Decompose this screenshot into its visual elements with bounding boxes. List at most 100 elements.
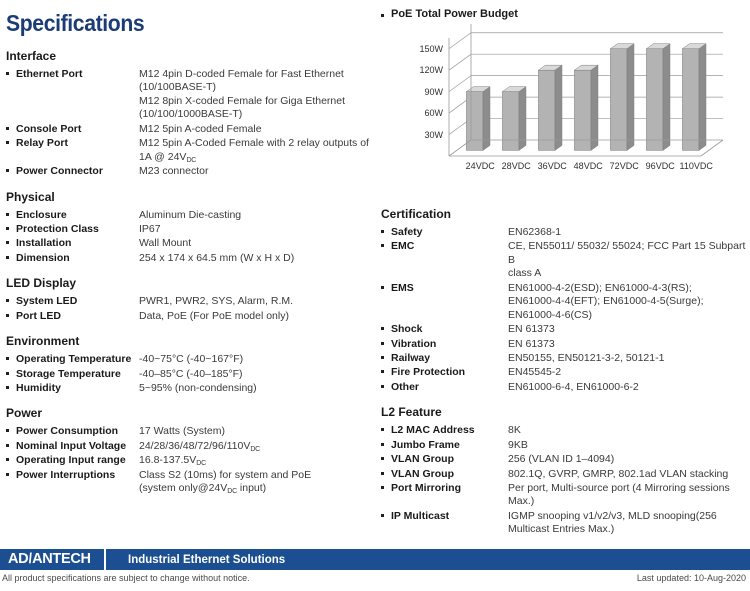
spec-row: Nominal Input Voltage 24/28/36/48/72/96/1… — [6, 439, 374, 453]
spec-label: Port Mirroring — [391, 482, 461, 494]
spec-label: Console Port — [16, 122, 82, 135]
bullet-icon — [6, 251, 16, 259]
footer-last-updated: Last updated: 10-Aug-2020 — [636, 573, 746, 583]
bullet-icon — [381, 225, 391, 233]
chart-x-label: 28VDC — [501, 161, 531, 171]
left-column: Specifications Interface Ethernet Port M12… — [6, 8, 374, 496]
spec-value: EN 61373 — [508, 323, 555, 336]
bullet-icon — [6, 439, 16, 447]
subscript: DC — [227, 488, 237, 496]
spec-value: 9KB — [508, 438, 528, 451]
spec-row: Power Consumption 17 Watts (System) — [6, 424, 374, 438]
bullet-icon — [381, 281, 391, 289]
spec-value: 24/28/36/48/72/96/110VDC — [139, 439, 261, 453]
bullet-icon — [6, 67, 16, 75]
spec-label: Power Connector — [16, 165, 103, 178]
bullet-icon — [6, 294, 16, 303]
spec-row: Operating Input range 16.8-137.5VDC — [6, 453, 374, 467]
spec-label: Jumbo Frame — [391, 438, 460, 451]
spec-row: Port LED Data, PoE (For PoE model only) — [6, 309, 374, 323]
spec-label: System LED — [16, 295, 78, 308]
footer-disclaimer: All product specifications are subject t… — [2, 573, 250, 583]
spec-row: Power Connector M23 connector — [6, 164, 374, 178]
section-heading: L2 Feature — [381, 405, 442, 420]
spec-value: -40~75°C (-40~167°F) — [139, 353, 244, 366]
bullet-icon — [381, 467, 391, 475]
spec-value: 256 (VLAN ID 1–4094) — [508, 453, 615, 466]
spec-label: Protection Class — [16, 222, 99, 235]
spec-row: Console Port M12 5pin A-coded Female — [6, 122, 374, 136]
spec-label: Installation — [16, 237, 72, 250]
spec-value: 802.1Q, GVRP, GMRP, 802.1ad VLAN stackin… — [508, 467, 729, 480]
spec-row: Power Interruptions Class S2 (10ms) for s… — [6, 468, 374, 496]
right-sections: Certification Safety EN62368-1 EMC CE, EN550… — [381, 207, 746, 537]
spec-row: Port Mirroring Per port, Multi-source por… — [381, 481, 746, 509]
bullet-icon — [6, 222, 16, 230]
spec-label: Enclosure — [16, 208, 67, 221]
chart-y-label: 150W — [419, 43, 443, 54]
spec-value: Data, PoE (For PoE model only) — [139, 309, 289, 322]
bullet-icon — [381, 438, 391, 446]
chart-y-label: 60W — [424, 108, 443, 119]
spec-label: Safety — [391, 226, 423, 238]
spec-value: CE, EN55011/ 55032/ 55024; FCC Part 15 S… — [508, 240, 746, 280]
poe-power-budget-chart: 30W 60W 90W 120W 150W 24VDC 28VDC 36VDC 48VDC 72… — [411, 24, 736, 189]
spec-label: EMS — [391, 281, 414, 294]
spec-label: Operating Temperature — [16, 353, 132, 366]
bullet-icon — [381, 365, 391, 374]
bullet-icon — [381, 509, 391, 517]
subscript: DC — [250, 445, 261, 453]
bullet-icon — [6, 352, 16, 361]
spec-label: Storage Temperature — [16, 367, 121, 380]
chart-x-label: 110VDC — [679, 161, 713, 171]
spec-value: EN61000-4-2(ESD); EN61000-4-3(RS); EN610… — [508, 281, 704, 321]
bullet-icon — [6, 381, 16, 389]
spec-row: L2 MAC Address 8K — [381, 423, 746, 437]
bullet-icon — [381, 239, 391, 248]
advantech-logo: AD\ANTECH — [0, 551, 104, 567]
spec-label: Railway — [391, 351, 431, 364]
spec-row: Safety EN62368-1 — [381, 225, 746, 239]
spec-label: VLAN Group — [391, 467, 454, 480]
section-heading: Certification — [381, 207, 452, 221]
bullet-icon — [381, 351, 391, 359]
spec-label: Shock — [391, 323, 423, 336]
spec-row: Relay Port M12 5pin A-Coded Female with 2… — [6, 136, 374, 164]
spec-value: -40–85°C (-40–185°F) — [139, 367, 243, 380]
spec-value: Class S2 (10ms) for system and PoE (syst… — [139, 468, 312, 496]
bullet-icon — [6, 468, 16, 476]
right-column: PoE Total Power Budget 30W 60W 90W 120W 150W… — [381, 8, 746, 537]
spec-row: System LED PWR1, PWR2, SYS, Alarm, R.M. — [6, 294, 374, 308]
spec-row: VLAN Group 802.1Q, GVRP, GMRP, 802.1ad VL… — [381, 467, 746, 481]
bullet-icon — [6, 236, 16, 245]
subscript: DC — [196, 460, 206, 468]
chart-y-label: 90W — [424, 86, 443, 97]
bullet-icon — [381, 380, 391, 388]
bullet-icon — [381, 8, 391, 17]
section-heading: Power — [6, 406, 43, 421]
page-title: Specifications — [6, 10, 145, 36]
bullet-icon — [6, 136, 16, 145]
spec-value: M23 connector — [139, 165, 209, 178]
spec-label: VLAN Group — [391, 453, 454, 466]
spec-value: IP67 — [139, 222, 161, 235]
chart-y-label: 120W — [419, 65, 443, 76]
bullet-icon — [6, 453, 16, 462]
spec-value: PWR1, PWR2, SYS, Alarm, R.M. — [139, 295, 294, 308]
chart-x-label: 72VDC — [609, 161, 639, 171]
bullet-icon — [6, 208, 16, 216]
chart-x-label: 24VDC — [465, 161, 495, 171]
spec-row: Jumbo Frame 9KB — [381, 438, 746, 452]
chart-x-label: 96VDC — [645, 161, 675, 171]
spec-value: 16.8-137.5VDC — [139, 454, 206, 468]
spec-row: VLAN Group 256 (VLAN ID 1–4094) — [381, 452, 746, 466]
spec-value: EN61000-6-4, EN61000-6-2 — [508, 380, 639, 393]
subscript: DC — [186, 156, 197, 164]
spec-row: Dimension 254 x 174 x 64.5 mm (W x H x D) — [6, 251, 374, 265]
spec-value: EN 61373 — [508, 337, 555, 350]
footer-bar: AD\ANTECH Industrial Ethernet Solutions — [0, 549, 750, 570]
bullet-icon — [6, 122, 16, 130]
spec-label: IP Multicast — [391, 509, 450, 522]
spec-value: 254 x 174 x 64.5 mm (W x H x D) — [139, 251, 295, 264]
spec-row: IP Multicast IGMP snooping v1/v2/v3, MLD … — [381, 509, 746, 537]
